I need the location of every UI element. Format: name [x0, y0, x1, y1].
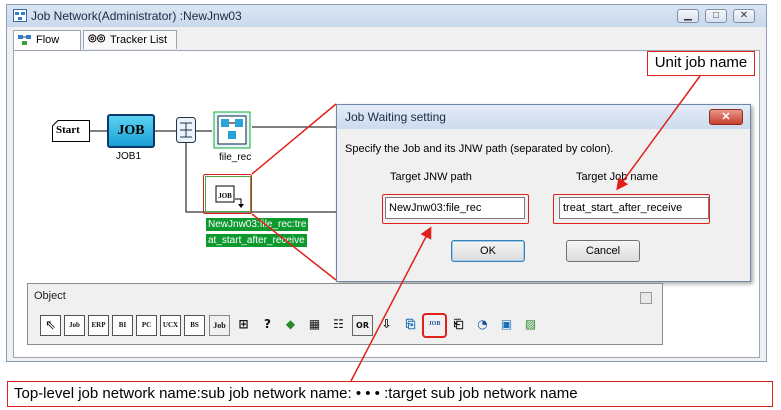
- target-job-header: Target Job name: [576, 171, 658, 183]
- ok-button[interactable]: OK: [451, 240, 525, 262]
- erp-tool[interactable]: ERP: [88, 315, 109, 336]
- dialog-instruction: Specify the Job and its JNW path (separa…: [345, 143, 614, 155]
- parallel-tool[interactable]: ☷: [328, 315, 349, 336]
- file-wait-tool[interactable]: ⎗: [448, 315, 469, 336]
- calendar-tool[interactable]: ▦: [304, 315, 325, 336]
- jnw-path-highlight: [382, 194, 529, 224]
- job-node-text: JOB: [117, 123, 145, 138]
- job-wait-name-line2: at_start_after_receive: [206, 234, 307, 247]
- time-wait-tool[interactable]: ◔: [472, 315, 493, 336]
- parallel-branch-node[interactable]: [176, 117, 196, 143]
- dialog-titlebar[interactable]: Job Waiting setting ✕: [337, 105, 750, 129]
- job-waiting-dialog: Job Waiting setting ✕ Specify the Job an…: [336, 104, 751, 282]
- object-palette: Object ⇖ Job ERP BI PC UCX BS Job ⊞ ? ◆ …: [27, 283, 663, 345]
- dialog-close-button[interactable]: ✕: [709, 109, 743, 125]
- job-wait-node-highlight: [203, 174, 252, 214]
- sub-jnw-tool[interactable]: ⊞: [233, 315, 254, 336]
- palette-close-button[interactable]: [640, 292, 652, 304]
- cancel-button[interactable]: Cancel: [566, 240, 640, 262]
- event-send-tool[interactable]: ⎘: [400, 315, 421, 336]
- close-icon: ✕: [721, 111, 731, 123]
- file-receive-name: file_rec: [219, 152, 252, 163]
- bi-tool[interactable]: BI: [112, 315, 133, 336]
- event-icon: ▣: [500, 317, 513, 331]
- pc-tool[interactable]: PC: [136, 315, 157, 336]
- parallel-icon: ☷: [333, 317, 344, 331]
- diamond-arrow-icon: ◆: [285, 317, 296, 331]
- dialog-title: Job Waiting setting: [345, 110, 446, 124]
- start-label: Start: [56, 124, 80, 136]
- dialog-icon: ▨: [524, 317, 537, 331]
- down-arrow-icon: ⇩: [381, 317, 392, 331]
- job-group-tool[interactable]: Job: [209, 315, 230, 336]
- or-branch-icon: OR: [356, 321, 369, 330]
- subnetwork-icon: ⊞: [238, 317, 249, 331]
- start-node[interactable]: Start: [52, 120, 90, 142]
- arrow-tool[interactable]: ⇩: [376, 315, 397, 336]
- file-wait-icon: ⎗: [453, 317, 464, 331]
- calendar-icon: ▦: [308, 317, 321, 331]
- event-tool[interactable]: ▣: [496, 315, 517, 336]
- unit-job-name-callout: Unit job name: [647, 51, 755, 76]
- path-format-callout: Top-level job network name:sub job netwo…: [7, 381, 773, 407]
- job-node-name: JOB1: [116, 151, 142, 162]
- pointer-tool[interactable]: ⇖: [40, 315, 61, 336]
- job-wait-name-line1: NewJnw03:file_rec:tre: [206, 218, 309, 231]
- file-receive-node[interactable]: [212, 110, 252, 150]
- or-tool[interactable]: OR: [352, 315, 373, 336]
- question-icon: ?: [264, 317, 271, 331]
- job-wait-icon: JOB: [428, 321, 441, 327]
- dialog-tool[interactable]: ▨: [520, 315, 541, 336]
- target-jnw-header: Target JNW path: [390, 171, 472, 183]
- job-node[interactable]: JOB: [107, 114, 155, 148]
- jump-tool[interactable]: ◆: [280, 315, 301, 336]
- condition-tool[interactable]: ?: [257, 315, 278, 336]
- job-wait-tool[interactable]: JOB: [424, 315, 445, 336]
- job-name-highlight: [553, 194, 710, 224]
- bs-tool[interactable]: BS: [184, 315, 205, 336]
- pointer-icon: ⇖: [45, 318, 56, 333]
- palette-title: Object: [34, 290, 66, 302]
- job-tool[interactable]: Job: [64, 315, 85, 336]
- event-send-icon: ⎘: [405, 317, 416, 331]
- clock-wait-icon: ◔: [477, 317, 488, 331]
- ucx-tool[interactable]: UCX: [160, 315, 181, 336]
